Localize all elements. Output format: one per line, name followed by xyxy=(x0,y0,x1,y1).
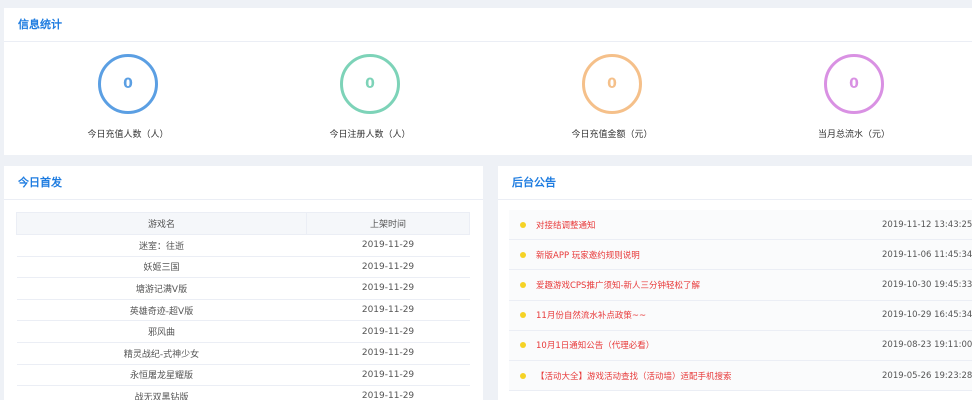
table-row[interactable]: 妖姬三国 2019-11-29 xyxy=(16,256,470,279)
release-date: 2019-11-29 xyxy=(306,277,470,300)
announcement-date: 2019-08-23 19:11:00 xyxy=(882,340,972,351)
game-name: 英雄奇迹-超V版 xyxy=(16,299,307,322)
announcement-date: 2019-05-26 19:23:28 xyxy=(882,370,972,381)
table-row[interactable]: 精灵战纪-式神少女 2019-11-29 xyxy=(16,342,470,365)
stat-monthly-flow: 0 当月总流水（元） xyxy=(754,54,954,140)
game-name: 战无双黑钻版 xyxy=(16,385,307,400)
announcement-list: 对接结调整通知 2019-11-12 13:43:25 新版APP 玩家邀约规则说… xyxy=(509,210,972,392)
stat-label: 今日注册人数（人） xyxy=(329,130,411,140)
game-name: 永恒屠龙星耀版 xyxy=(16,364,307,387)
bullet-dot-icon xyxy=(520,281,526,288)
release-date: 2019-11-29 xyxy=(306,364,470,387)
bullet-dot-icon xyxy=(520,312,526,319)
table-row[interactable]: 邪风曲 2019-11-29 xyxy=(16,320,470,343)
stat-ring: 0 xyxy=(98,54,158,114)
stat-label: 今日充值人数（人） xyxy=(87,130,169,140)
bullet-dot-icon xyxy=(520,342,526,349)
table-row[interactable]: 塘游记满V版 2019-11-29 xyxy=(16,277,470,300)
game-name: 精灵战纪-式神少女 xyxy=(16,342,307,365)
release-date: 2019-11-29 xyxy=(306,385,470,400)
stat-recharge-users: 0 今日充值人数（人） xyxy=(28,54,228,140)
announcement-item[interactable]: 10月1日通知公告（代理必看） 2019-08-23 19:11:00 xyxy=(509,330,972,361)
announcement-item[interactable]: 爱趣游戏CPS推广须知-新人三分钟轻松了解 2019-10-30 19:45:33 xyxy=(509,270,972,301)
announcement-item[interactable]: 11月份自然流水补点政策~~ 2019-10-29 16:45:34 xyxy=(509,300,972,331)
stat-label: 当月总流水（元） xyxy=(817,130,890,140)
table-row[interactable]: 战无双黑钻版 2019-11-29 xyxy=(16,385,470,400)
stat-ring: 0 xyxy=(582,54,642,114)
stat-register-users: 0 今日注册人数（人） xyxy=(270,54,470,140)
release-date: 2019-11-29 xyxy=(306,299,470,322)
table-row[interactable]: 永恒屠龙星耀版 2019-11-29 xyxy=(16,364,470,387)
game-name: 妖姬三国 xyxy=(16,256,307,279)
release-date: 2019-11-29 xyxy=(306,256,470,279)
announcement-date: 2019-11-12 13:43:25 xyxy=(882,219,972,230)
games-table: 游戏名 上架时间 迷室：往逝 2019-11-29 妖姬三国 2019-11-29 … xyxy=(16,212,470,400)
announcement-item[interactable]: 新版APP 玩家邀约规则说明 2019-11-06 11:45:34 xyxy=(509,240,972,271)
stats-card-title: 信息统计 xyxy=(4,8,972,42)
stats-card: 信息统计 0 今日充值人数（人） 0 今日注册人数（人） 0 今日充值金额（元）… xyxy=(4,8,972,155)
announcements-card: 后台公告 对接结调整通知 2019-11-12 13:43:25 新版APP 玩家… xyxy=(498,166,972,400)
announcement-link[interactable]: 新版APP 玩家邀约规则说明 xyxy=(536,249,882,261)
today-releases-title: 今日首发 xyxy=(4,166,483,200)
announcement-link[interactable]: 爱趣游戏CPS推广须知-新人三分钟轻松了解 xyxy=(536,279,882,291)
column-header-game-name: 游戏名 xyxy=(16,212,307,235)
game-name: 塘游记满V版 xyxy=(16,277,307,300)
game-name: 邪风曲 xyxy=(16,320,307,343)
release-date: 2019-11-29 xyxy=(306,342,470,365)
announcements-title: 后台公告 xyxy=(498,166,972,200)
announcement-link[interactable]: 【活动大全】游戏活动查找（活动墙）适配手机搜索 xyxy=(536,370,882,382)
game-name: 迷室：往逝 xyxy=(16,234,307,257)
stat-recharge-amount: 0 今日充值金额（元） xyxy=(512,54,712,140)
bullet-dot-icon xyxy=(520,221,526,228)
release-date: 2019-11-29 xyxy=(306,234,470,257)
table-header-row: 游戏名 上架时间 xyxy=(16,212,470,235)
announcement-link[interactable]: 对接结调整通知 xyxy=(536,219,882,231)
announcement-link[interactable]: 10月1日通知公告（代理必看） xyxy=(536,339,882,351)
stat-ring: 0 xyxy=(340,54,400,114)
announcement-date: 2019-11-06 11:45:34 xyxy=(882,249,972,260)
announcement-item[interactable]: 对接结调整通知 2019-11-12 13:43:25 xyxy=(509,210,972,241)
announcement-item[interactable]: 【活动大全】游戏活动查找（活动墙）适配手机搜索 2019-05-26 19:23:… xyxy=(509,360,972,392)
column-header-release-time: 上架时间 xyxy=(306,212,470,235)
announcement-link[interactable]: 11月份自然流水补点政策~~ xyxy=(536,309,882,321)
announcement-date: 2019-10-29 16:45:34 xyxy=(882,310,972,321)
stat-label: 今日充值金额（元） xyxy=(571,130,653,140)
today-releases-card: 今日首发 游戏名 上架时间 迷室：往逝 2019-11-29 妖姬三国 2019-1… xyxy=(4,166,483,400)
bullet-dot-icon xyxy=(520,372,526,379)
table-row[interactable]: 迷室：往逝 2019-11-29 xyxy=(16,234,470,257)
stat-ring: 0 xyxy=(824,54,884,114)
bullet-dot-icon xyxy=(520,251,526,258)
table-row[interactable]: 英雄奇迹-超V版 2019-11-29 xyxy=(16,299,470,322)
release-date: 2019-11-29 xyxy=(306,320,470,343)
announcement-date: 2019-10-30 19:45:33 xyxy=(882,279,972,290)
